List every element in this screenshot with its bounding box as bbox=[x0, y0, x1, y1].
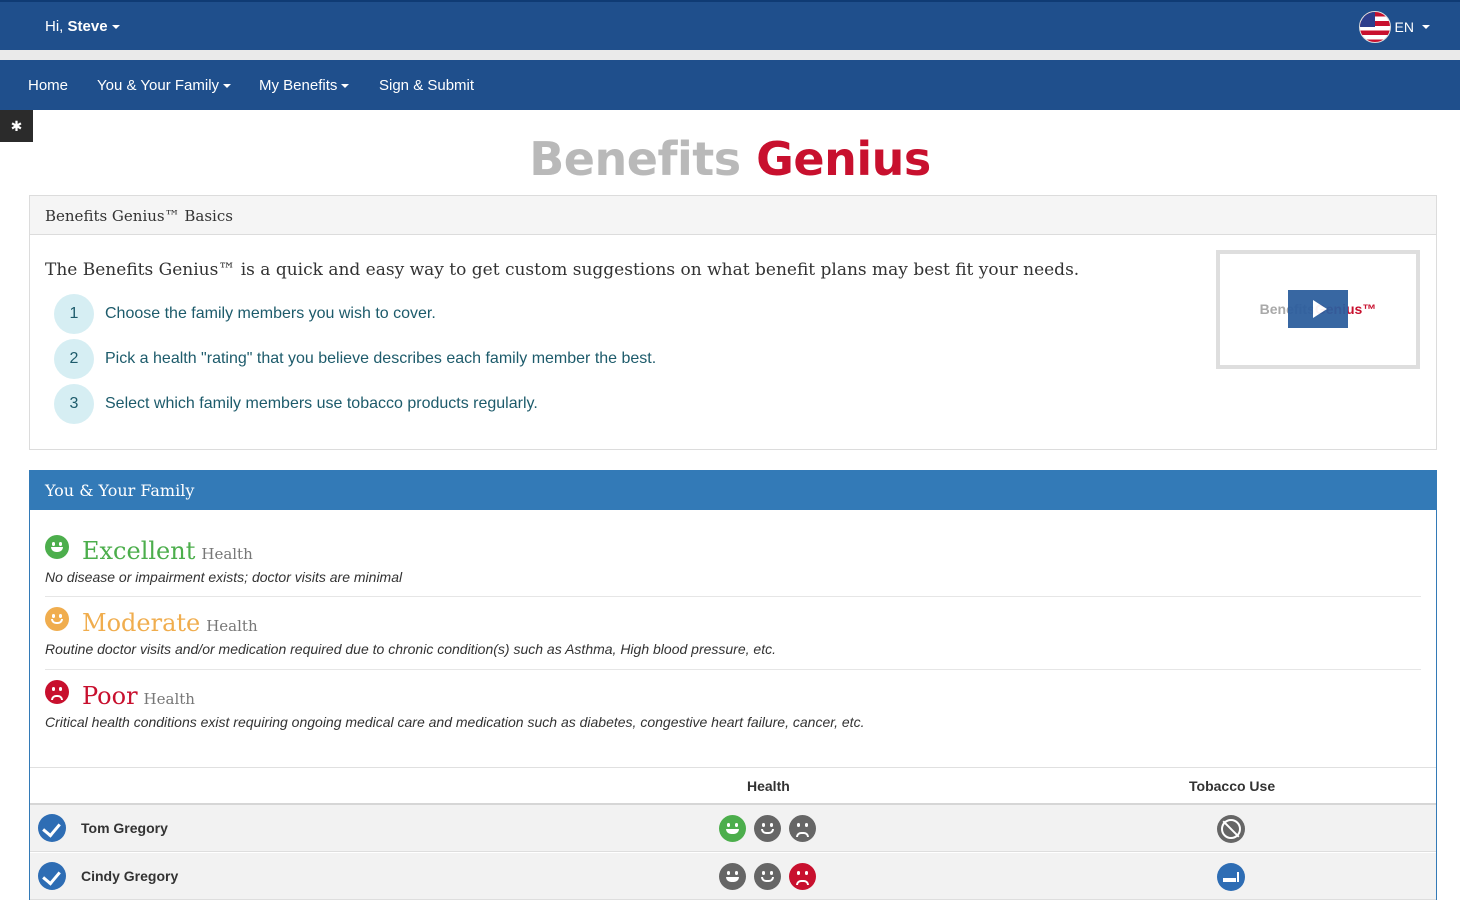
rating-excellent: Excellent Health No disease or impairmen… bbox=[45, 535, 1421, 585]
step-text: Choose the family members you wish to co… bbox=[105, 305, 436, 322]
grin-icon bbox=[719, 863, 746, 890]
nav-you-and-your-family[interactable]: You & Your Family bbox=[97, 77, 232, 94]
main-nav: Home You & Your Family My Benefits Sign … bbox=[0, 60, 1460, 110]
rating-word: Excellent bbox=[82, 537, 196, 565]
check-icon[interactable] bbox=[38, 862, 66, 890]
step-1: 1 Choose the family members you wish to … bbox=[54, 294, 436, 334]
family-panel: You & Your Family Excellent Health No di… bbox=[29, 470, 1437, 900]
caret-down-icon bbox=[223, 84, 232, 89]
member-row-cindy: Cindy Gregory bbox=[30, 853, 1436, 900]
step-3: 3 Select which family members use tobacc… bbox=[54, 384, 538, 424]
language-selector[interactable]: EN bbox=[1358, 11, 1430, 43]
divider bbox=[45, 669, 1421, 670]
smile-icon bbox=[45, 607, 69, 631]
logo-part2: Genius bbox=[756, 132, 931, 186]
health-poor-option[interactable] bbox=[789, 815, 816, 842]
user-name: Steve bbox=[67, 18, 108, 35]
caret-down-icon bbox=[341, 84, 350, 89]
language-label: EN bbox=[1394, 19, 1414, 35]
play-button[interactable] bbox=[1288, 290, 1348, 328]
frown-icon bbox=[789, 863, 816, 890]
nav-family-label: You & Your Family bbox=[97, 77, 220, 94]
rating-desc: Critical health conditions exist requiri… bbox=[45, 714, 865, 730]
rating-sub: Health bbox=[201, 545, 253, 563]
grin-icon bbox=[45, 535, 69, 559]
health-excellent-option[interactable] bbox=[719, 863, 746, 890]
play-icon bbox=[1312, 300, 1327, 318]
divider bbox=[45, 596, 1421, 597]
step-2: 2 Pick a health "rating" that you believ… bbox=[54, 339, 656, 379]
rating-desc: Routine doctor visits and/or medication … bbox=[45, 641, 776, 657]
step-text: Pick a health "rating" that you believe … bbox=[105, 350, 657, 367]
basics-panel: Benefits Genius™ Basics The Benefits Gen… bbox=[29, 195, 1437, 450]
basics-intro: The Benefits Genius™ is a quick and easy… bbox=[45, 260, 1080, 280]
smoking-icon[interactable] bbox=[1217, 863, 1245, 891]
us-flag-icon bbox=[1358, 11, 1391, 43]
step-number: 2 bbox=[54, 339, 94, 379]
caret-down-icon bbox=[1422, 25, 1430, 29]
header-gap bbox=[0, 50, 1460, 60]
rating-word: Poor bbox=[82, 682, 138, 710]
health-excellent-option[interactable] bbox=[719, 815, 746, 842]
frown-icon bbox=[45, 680, 69, 704]
nav-benefits-label: My Benefits bbox=[259, 77, 338, 94]
grin-icon bbox=[719, 815, 746, 842]
health-poor-option[interactable] bbox=[789, 863, 816, 890]
rating-poor: Poor Health Critical health conditions e… bbox=[45, 680, 1421, 730]
user-menu[interactable]: Hi, Steve bbox=[45, 18, 120, 35]
nav-home-label: Home bbox=[28, 77, 69, 94]
rating-moderate: Moderate Health Routine doctor visits an… bbox=[45, 607, 1421, 657]
frown-icon bbox=[789, 815, 816, 842]
member-name: Cindy Gregory bbox=[81, 868, 179, 884]
top-bar: Hi, Steve EN bbox=[0, 0, 1460, 50]
basics-title: Benefits Genius™ Basics bbox=[30, 196, 1436, 235]
rating-word: Moderate bbox=[82, 609, 201, 637]
smile-icon bbox=[754, 815, 781, 842]
logo-part1: Benefits bbox=[529, 132, 741, 186]
nav-sign-and-submit[interactable]: Sign & Submit bbox=[379, 77, 474, 94]
tobacco-column-header: Tobacco Use bbox=[1189, 778, 1276, 794]
family-panel-title: You & Your Family bbox=[30, 471, 1436, 510]
no-smoking-icon[interactable] bbox=[1217, 815, 1245, 843]
rating-desc: No disease or impairment exists; doctor … bbox=[45, 569, 403, 585]
nav-my-benefits[interactable]: My Benefits bbox=[259, 77, 350, 94]
step-number: 3 bbox=[54, 384, 94, 424]
step-number: 1 bbox=[54, 294, 94, 334]
members-table-header: Health Tobacco Use bbox=[30, 767, 1436, 805]
member-row-tom: Tom Gregory bbox=[30, 805, 1436, 852]
greeting-prefix: Hi, bbox=[45, 18, 64, 35]
nav-sign-label: Sign & Submit bbox=[379, 77, 475, 94]
check-icon[interactable] bbox=[38, 814, 66, 842]
health-moderate-option[interactable] bbox=[754, 815, 781, 842]
health-column-header: Health bbox=[747, 778, 790, 794]
benefits-genius-logo: Benefits Genius bbox=[0, 132, 1460, 186]
smile-icon bbox=[754, 863, 781, 890]
member-name: Tom Gregory bbox=[81, 820, 168, 836]
nav-home[interactable]: Home bbox=[28, 77, 68, 94]
intro-video[interactable]: BenefitsGenius™ bbox=[1216, 250, 1420, 369]
rating-sub: Health bbox=[206, 617, 258, 635]
rating-sub: Health bbox=[143, 690, 195, 708]
health-moderate-option[interactable] bbox=[754, 863, 781, 890]
caret-down-icon bbox=[111, 25, 120, 30]
step-text: Select which family members use tobacco … bbox=[105, 395, 538, 412]
